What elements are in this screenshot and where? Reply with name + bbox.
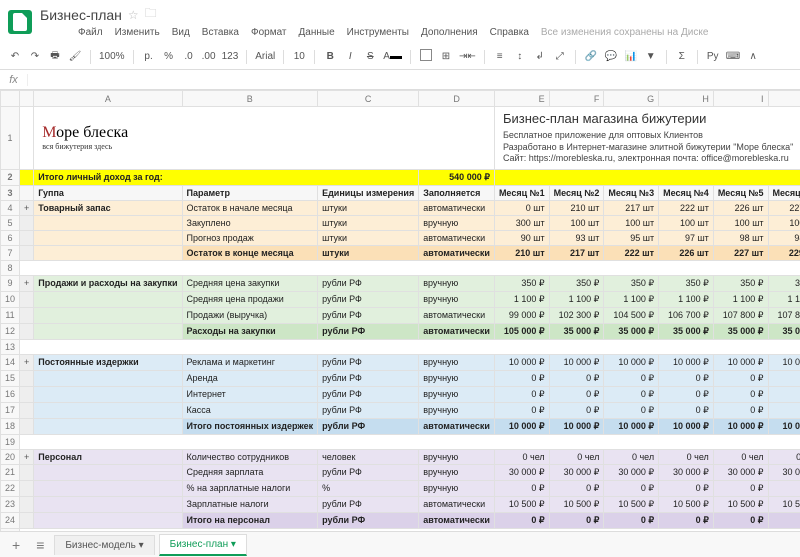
increase-decimal[interactable]: .00 — [202, 51, 216, 62]
menu-data[interactable]: Данные — [299, 27, 335, 38]
paint-format-icon[interactable]: 🖌 — [68, 51, 82, 62]
add-sheet-button[interactable]: + — [6, 537, 26, 553]
halign-icon[interactable]: ≡ — [493, 51, 507, 62]
valign-icon[interactable]: ↕ — [513, 51, 527, 62]
menu-format[interactable]: Формат — [251, 27, 287, 38]
keyboard-icon[interactable]: ⌨ — [726, 51, 740, 62]
redo-icon[interactable]: ↷ — [28, 51, 42, 62]
borders-icon[interactable]: ⊞ — [439, 51, 453, 62]
menu-view[interactable]: Вид — [172, 27, 190, 38]
chart-icon[interactable]: 📊 — [624, 51, 638, 62]
menu-bar: Файл Изменить Вид Вставка Формат Данные … — [40, 25, 746, 40]
undo-icon[interactable]: ↶ — [8, 51, 22, 62]
strikethrough-button[interactable]: S — [363, 51, 377, 62]
sheets-app-icon[interactable] — [8, 10, 32, 34]
more-formats[interactable]: 123 — [222, 51, 239, 62]
expand-toolbar-icon[interactable]: ∧ — [746, 51, 760, 62]
comment-icon[interactable]: 💬 — [604, 51, 618, 62]
rotate-icon[interactable]: ⤢ — [553, 51, 567, 62]
merge-icon[interactable]: ⇥⇤ — [459, 51, 476, 62]
tab-business-plan[interactable]: Бизнес-план ▾ — [159, 534, 247, 556]
all-sheets-button[interactable]: ≡ — [30, 537, 50, 553]
menu-tools[interactable]: Инструменты — [347, 27, 409, 38]
print-icon[interactable]: 🖶 — [48, 48, 62, 65]
zoom-select[interactable]: 100% — [99, 51, 125, 62]
menu-addons[interactable]: Дополнения — [421, 27, 478, 38]
font-select[interactable]: Arial — [255, 51, 275, 62]
menu-insert[interactable]: Вставка — [202, 27, 239, 38]
save-status: Все изменения сохранены на Диске — [541, 27, 709, 38]
wrap-icon[interactable]: ↲ — [533, 51, 547, 62]
decrease-decimal[interactable]: .0 — [182, 51, 196, 62]
link-icon[interactable]: 🔗 — [584, 51, 598, 62]
menu-help[interactable]: Справка — [490, 27, 529, 38]
format-percent[interactable]: % — [162, 51, 176, 62]
star-icon[interactable]: ☆ — [128, 8, 139, 22]
bold-button[interactable]: B — [323, 51, 337, 62]
font-size[interactable]: 10 — [292, 51, 306, 62]
toolbar: ↶ ↷ 🖶 🖌 100% р. % .0 .00 123 Arial 10 B … — [0, 44, 800, 70]
fill-color-icon[interactable] — [419, 49, 433, 64]
filter-icon[interactable]: ▼ — [644, 51, 658, 62]
spreadsheet-grid[interactable]: ABCD EFGHIJKLM 1Море блескався бижутерия… — [0, 90, 800, 550]
menu-file[interactable]: Файл — [78, 27, 103, 38]
move-folder-icon[interactable]: 🗀 — [145, 4, 157, 25]
format-currency[interactable]: р. — [142, 51, 156, 62]
text-color-icon[interactable]: A — [383, 51, 402, 62]
formula-bar: fx — [0, 70, 800, 90]
document-title[interactable]: Бизнес-план — [40, 7, 122, 23]
input-lang[interactable]: Ру — [706, 51, 720, 62]
functions-icon[interactable]: Σ — [675, 51, 689, 62]
tab-business-model[interactable]: Бизнес-модель ▾ — [54, 535, 154, 555]
menu-edit[interactable]: Изменить — [115, 27, 160, 38]
fx-label: fx — [0, 74, 28, 86]
italic-button[interactable]: I — [343, 51, 357, 62]
sheet-tabs-bar: + ≡ Бизнес-модель ▾ Бизнес-план ▾ — [0, 531, 800, 557]
